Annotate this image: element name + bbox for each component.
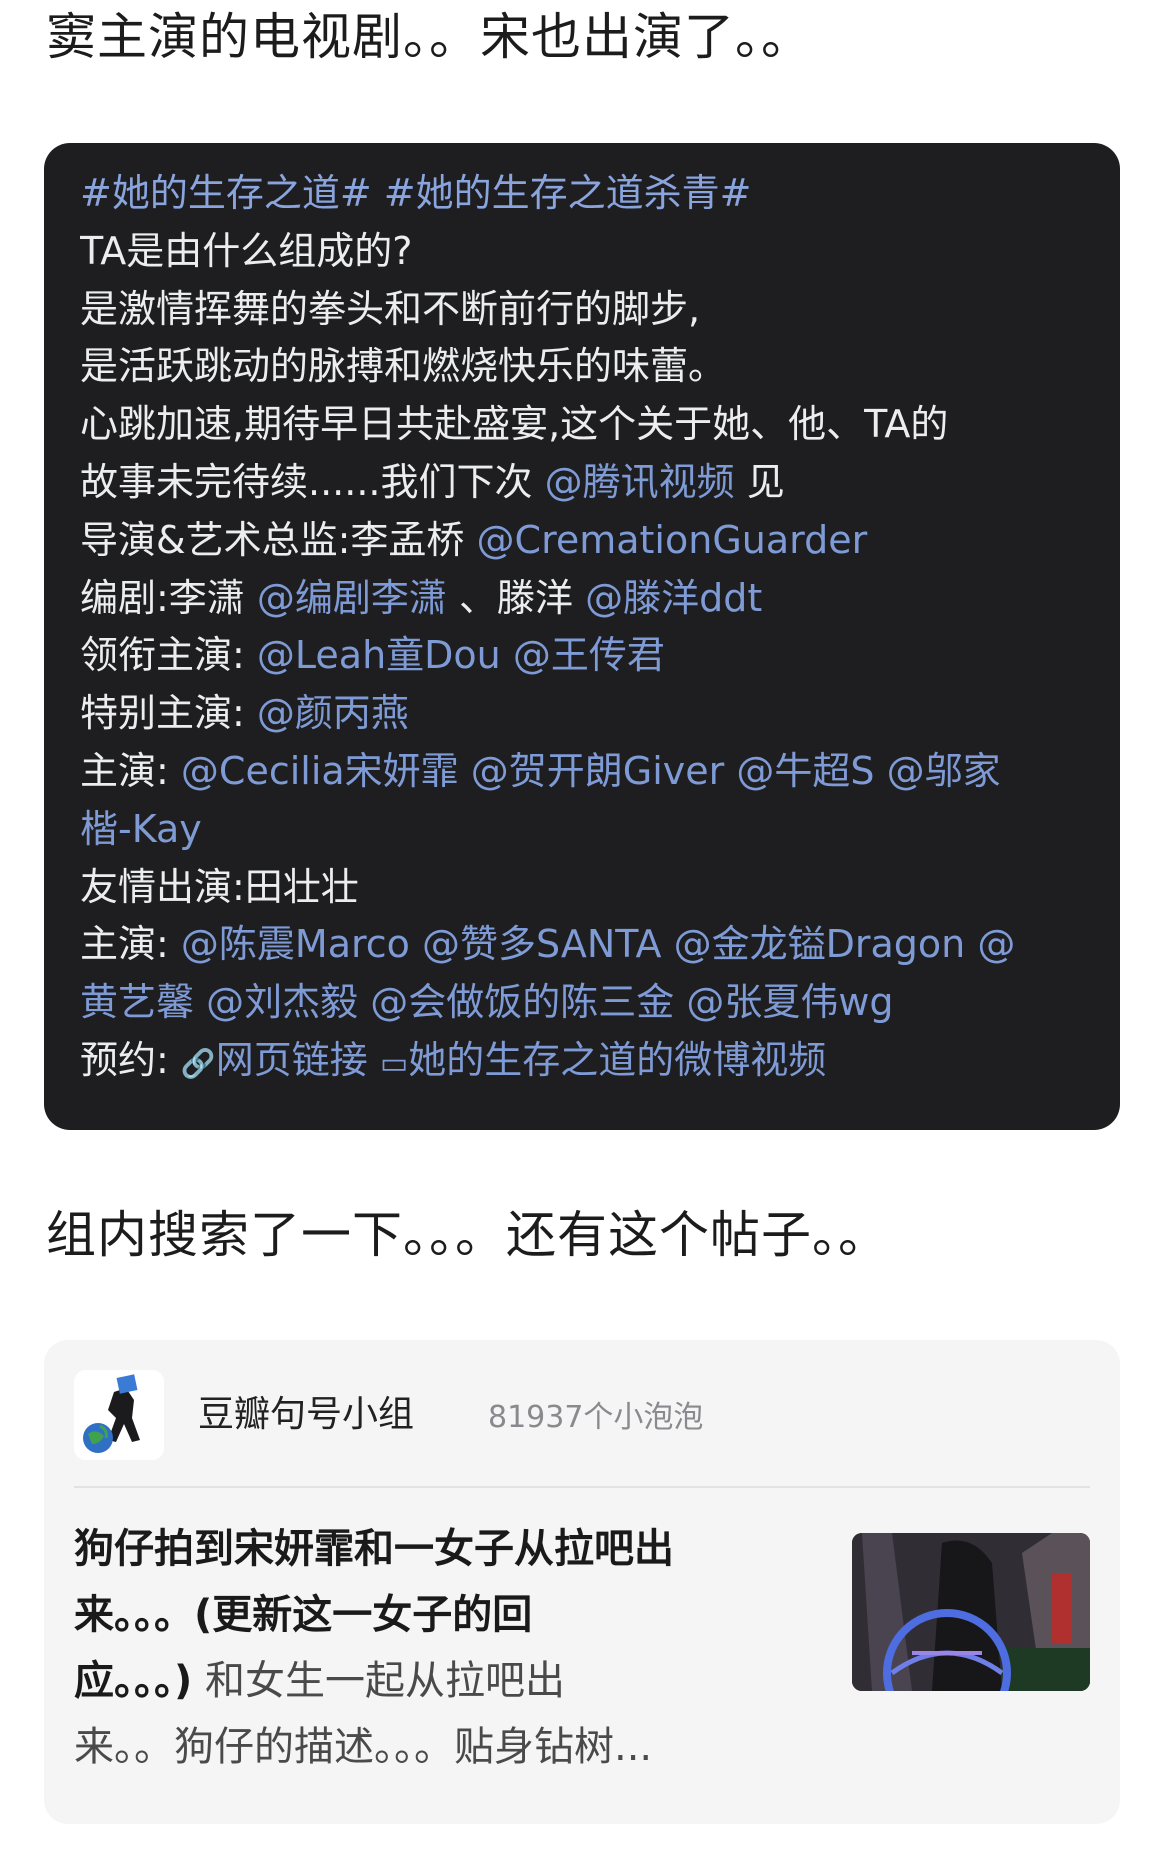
mention-link[interactable]: 黄艺馨 [80,980,194,1024]
topic-thumbnail[interactable] [852,1533,1090,1691]
writer-line: 编剧:李潇 @编剧李潇 、滕洋 @滕洋ddt [80,570,1084,628]
lead-cast-line: 领衔主演: @Leah童Dou @王传君 [80,627,1084,685]
mention-link[interactable]: 楷-Kay [80,807,202,851]
post-text-line: 是激情挥舞的拳头和不断前行的脚步, [80,286,701,331]
hashtag-link[interactable]: #她的生存之道杀青# [384,171,752,215]
post-hashtags: #她的生存之道# #她的生存之道杀青# [80,165,1084,223]
mention-link[interactable]: @腾讯视频 [545,460,735,504]
group-avatar[interactable] [74,1370,164,1460]
topic-mixed-line: 应。。。) 和女生一起从拉吧出 [74,1648,794,1714]
reserve-line: 预约: 🔗网页链接 ▭她的生存之道的微博视频 [80,1032,1084,1093]
cast-line: 主演: @Cecilia宋妍霏 @贺开朗Giver @牛超S @邬家 [80,743,1084,801]
topic-excerpt: 和女生一起从拉吧出 [205,1658,565,1704]
mention-link[interactable]: @CremationGuarder [477,518,868,562]
web-link[interactable]: 🔗网页链接 [181,1038,368,1082]
mention-link[interactable]: @陈震Marco [181,922,410,966]
mention-link[interactable]: @金龙镒Dragon [674,922,966,966]
web-link-label: 网页链接 [215,1037,368,1082]
post-text-line: 是活跃跳动的脉搏和燃烧快乐的味蕾。 [80,344,727,389]
mention-link[interactable]: @邬家 [887,749,1001,793]
mention-link[interactable]: @贺开朗Giver [471,749,725,793]
weibo-post-card: #她的生存之道# #她的生存之道杀青# TA是由什么组成的? 是激情挥舞的拳头和… [44,143,1120,1130]
credit-label: 导演&艺术总监:李孟桥 [80,517,465,562]
mention-link[interactable]: @赞多SANTA [422,922,662,966]
credit-label: 主演: [80,748,169,793]
post-text-line: 故事未完待续......我们下次 @腾讯视频 见 [80,454,1084,512]
group-name[interactable]: 豆瓣句号小组 [198,1390,414,1440]
credit-label: 、滕洋 [459,575,574,620]
topic-title-line: 来。。。(更新这一女子的回 [74,1592,533,1638]
divider [74,1486,1090,1488]
video-link-label: 她的生存之道的微博视频 [408,1037,827,1082]
caption-top: 窦主演的电视剧。。宋也出演了。。 [46,8,812,66]
credit-label: 领衔主演: [80,633,245,678]
post-text-line: 心跳加速,期待早日共赴盛宴,这个关于她、他、TA的 [80,402,949,447]
thumbnail-image [852,1533,1090,1691]
post-text: 见 [746,459,785,504]
douban-share-card[interactable]: 豆瓣句号小组 81937个小泡泡 狗仔拍到宋妍霏和一女子从拉吧出 来。。。(更新… [44,1340,1120,1824]
mention-link[interactable]: @颜丙燕 [257,691,409,735]
mention-link[interactable]: @Cecilia宋妍霏 [181,749,459,793]
mention-link[interactable]: @滕洋ddt [585,576,762,620]
cast2-line-continued: 黄艺馨 @刘杰毅 @会做饭的陈三金 @张夏伟wg [80,974,1084,1032]
mention-link[interactable]: @ [977,922,1015,966]
director-line: 导演&艺术总监:李孟桥 @CremationGuarder [80,512,1084,570]
topic-title-line: 应。。。) [74,1658,193,1704]
mention-link[interactable]: @Leah童Dou [257,633,501,677]
cast2-line: 主演: @陈震Marco @赞多SANTA @金龙镒Dragon @ [80,916,1084,974]
caption-middle: 组内搜索了一下。。。还有这个帖子。。 [46,1206,889,1264]
post-text-line: TA是由什么组成的? [80,228,413,273]
cast-line-continued: 楷-Kay [80,801,1084,859]
group-avatar-icon [74,1370,164,1460]
group-header[interactable]: 豆瓣句号小组 81937个小泡泡 [74,1370,1090,1460]
post-text: 故事未完待续......我们下次 [80,459,533,504]
mention-link[interactable]: @牛超S [736,749,874,793]
mention-link[interactable]: @会做饭的陈三金 [370,980,674,1024]
topic-text[interactable]: 狗仔拍到宋妍霏和一女子从拉吧出 来。。。(更新这一女子的回 应。。。) 和女生一… [74,1516,794,1780]
credit-label: 主演: [80,922,169,967]
mention-link[interactable]: @刘杰毅 [206,980,358,1024]
mention-link[interactable]: @张夏伟wg [686,980,893,1024]
video-link[interactable]: ▭她的生存之道的微博视频 [380,1038,826,1082]
link-icon: 🔗 [180,1046,216,1080]
topic-excerpt: 来。。狗仔的描述。。。贴身钻树... [74,1724,653,1770]
topic-title-line: 狗仔拍到宋妍霏和一女子从拉吧出 [74,1526,674,1572]
credit-label: 预约: [80,1037,169,1082]
mention-link[interactable]: @王传君 [513,633,665,677]
friend-cast-line: 友情出演:田壮壮 [80,864,359,909]
credit-label: 编剧:李潇 [80,575,245,620]
mention-link[interactable]: @编剧李潇 [257,576,447,620]
hashtag-link[interactable]: #她的生存之道# [80,171,372,215]
credit-label: 特别主演: [80,691,245,736]
special-cast-line: 特别主演: @颜丙燕 [80,685,1084,743]
video-icon: ▭ [379,1045,409,1081]
group-member-count: 81937个小泡泡 [488,1400,704,1435]
